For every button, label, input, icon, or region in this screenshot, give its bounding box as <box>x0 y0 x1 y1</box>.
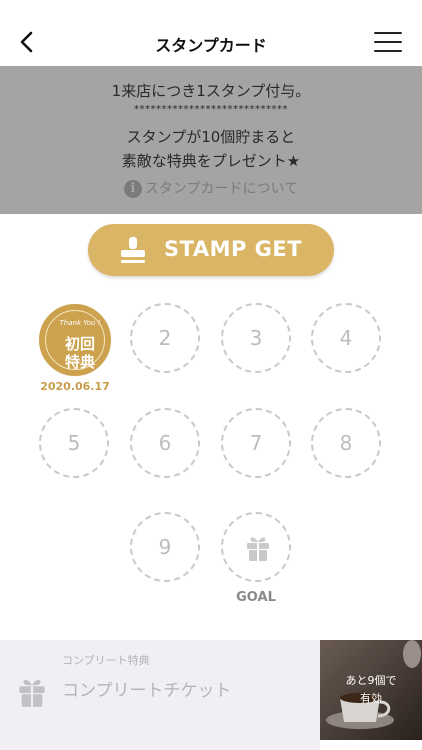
info-separator: **************************** <box>134 104 288 115</box>
remaining-count-text: あと9個で <box>345 674 397 687</box>
info-icon: i <box>123 180 142 198</box>
first-stamp-line2: 特典 <box>64 353 95 371</box>
stamp-slot-5: 5 <box>39 408 109 478</box>
gift-icon <box>19 679 45 707</box>
info-panel: 1来店につき1スタンプ付与。 *************************… <box>0 66 422 214</box>
stamp-slot-6: 6 <box>130 408 200 478</box>
thank-you-text: Thank You ! <box>59 319 101 327</box>
stamp-slot-4: 4 <box>311 303 381 373</box>
complete-reward-caption: コンプリート特典 <box>62 654 150 667</box>
stamp-slot-3: 3 <box>221 303 291 373</box>
info-text-line2: スタンプが10個貯まると <box>126 128 296 146</box>
nav-bar: スタンプカード <box>0 0 422 66</box>
stamp-get-button[interactable]: STAMP GET <box>88 224 334 276</box>
goal-label: GOAL <box>236 590 276 605</box>
stamp-slot-9: 9 <box>130 512 200 582</box>
stamp-get-label: STAMP GET <box>164 237 303 261</box>
stamp-slot-8: 8 <box>311 408 381 478</box>
stamp-slot-2: 2 <box>130 303 200 373</box>
info-text-line1: 1来店につき1スタンプ付与。 <box>111 82 311 100</box>
stamp-slot-7: 7 <box>221 408 291 478</box>
goal-slot <box>221 512 291 582</box>
stamp-icon <box>120 236 146 264</box>
gift-icon <box>247 537 269 561</box>
page-title: スタンプカード <box>155 36 267 55</box>
complete-reward-bar[interactable]: コンプリート特典 コンプリートチケット <box>0 640 320 750</box>
remaining-badge: あと9個で 有効 <box>320 640 422 740</box>
stamp-inner-ring: Thank You ! 初回 特典 <box>45 310 105 371</box>
hamburger-menu-icon[interactable] <box>374 32 402 54</box>
first-visit-stamp: Thank You ! 初回 特典 <box>39 304 111 376</box>
valid-text: 有効 <box>360 692 382 705</box>
stamp-date: 2020.06.17 <box>40 380 110 393</box>
complete-ticket-title: コンプリートチケット <box>62 681 232 701</box>
info-text-line3: 素敵な特典をプレゼント★ <box>121 152 301 170</box>
about-stamp-card-label: スタンプカードについて <box>144 181 299 197</box>
about-stamp-card-link[interactable]: i スタンプカードについて <box>0 178 422 198</box>
